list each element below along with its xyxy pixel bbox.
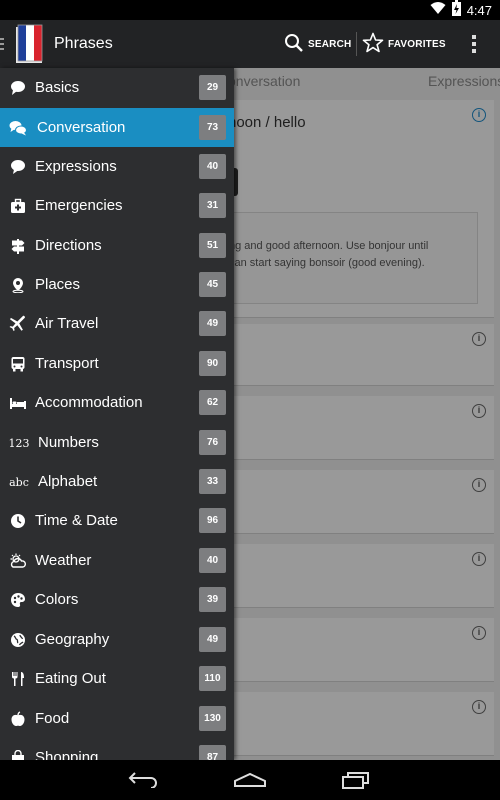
drawer-item-label: Weather [35,552,92,569]
count-badge: 87 [199,745,226,760]
drawer-item-label: Places [35,276,81,293]
drawer-item-basics[interactable]: Basics 29 [0,68,234,107]
battery-charging-icon [451,0,461,21]
drawer-item-transport[interactable]: Transport 90 [0,344,234,383]
drawer-item-label: Conversation [37,119,126,136]
drawer-item-places[interactable]: Places 45 [0,265,234,304]
back-icon[interactable] [125,768,161,792]
system-nav-bar [0,760,500,800]
count-badge: 39 [199,587,226,612]
search-label: SEARCH [308,38,352,50]
status-time: 4:47 [466,2,492,18]
speech-bubble-icon [8,157,28,177]
drawer-indicator-icon[interactable] [0,38,4,50]
globe-icon [8,630,28,650]
drawer-item-geography[interactable]: Geography 49 [0,620,234,659]
drawer-item-label: Eating Out [35,670,106,687]
drawer-item-label: Directions [35,237,102,254]
drawer-item-label: Air Travel [35,315,99,332]
drawer-item-directions[interactable]: Directions 51 [0,226,234,265]
app-title: Phrases [54,35,113,52]
action-bar: Phrases SEARCH FAVORITES [0,20,500,68]
shopping-bag-icon [8,748,28,760]
drawer-item-label: Alphabet [38,473,98,490]
drawer-item-label: Shopping [35,749,99,760]
count-badge: 62 [199,390,226,415]
drawer-item-time-date[interactable]: Time & Date 96 [0,501,234,540]
count-badge: 96 [199,508,226,533]
drawer-item-label: Basics [35,79,80,96]
count-badge: 40 [199,548,226,573]
alphabet-icon: abc [9,472,29,492]
count-badge: 110 [199,666,226,691]
drawer-item-label: Food [35,710,70,727]
drawer-item-label: Expressions [35,158,117,175]
drawer-item-weather[interactable]: Weather 40 [0,541,234,580]
palette-icon [8,590,28,610]
drawer-item-label: Accommodation [35,394,143,411]
bus-icon [8,354,28,374]
count-badge: 40 [199,154,226,179]
signpost-icon [8,236,28,256]
drawer-item-eating-out[interactable]: Eating Out 110 [0,659,234,698]
count-badge: 31 [199,193,226,218]
overflow-menu-icon[interactable] [462,20,486,68]
drawer-item-air-travel[interactable]: Air Travel 49 [0,304,234,343]
drawer-item-colors[interactable]: Colors 39 [0,580,234,619]
drawer-item-label: Time & Date [35,512,118,529]
fork-knife-icon [8,669,28,689]
count-badge: 130 [199,706,226,731]
action-divider [356,32,357,56]
bed-icon [8,393,28,413]
count-badge: 33 [199,469,226,494]
home-icon[interactable] [232,768,268,792]
drawer-item-emergencies[interactable]: Emergencies 31 [0,186,234,225]
count-badge: 45 [199,272,226,297]
drawer-item-numbers[interactable]: 123 Numbers 76 [0,423,234,462]
drawer-item-food[interactable]: Food 130 [0,699,234,738]
count-badge: 90 [199,351,226,376]
map-pin-icon [8,275,28,295]
alphabet-icon-text: abc [9,475,29,489]
search-button[interactable]: SEARCH [284,20,351,68]
weather-icon [8,551,28,571]
drawer-item-accommodation[interactable]: Accommodation 62 [0,383,234,422]
count-badge: 49 [199,627,226,652]
status-icons: 4:47 [430,0,492,21]
drawer-item-label: Geography [35,631,110,648]
favorites-button[interactable]: FAVORITES [362,20,446,68]
drawer-item-shopping[interactable]: Shopping 87 [0,738,234,760]
drawer-item-conversation[interactable]: Conversation 73 [0,108,234,147]
favorites-label: FAVORITES [388,38,446,50]
status-bar: 4:47 [0,0,500,20]
drawer-item-label: Emergencies [35,197,123,214]
drawer-item-label: Numbers [38,434,99,451]
french-flag-phrasebook-icon[interactable] [14,23,46,65]
count-badge: 76 [199,430,226,455]
drawer-item-label: Transport [35,355,99,372]
search-icon [284,33,304,56]
apple-icon [8,709,28,729]
star-icon [362,32,384,57]
clock-icon [8,511,28,531]
airplane-icon [8,314,28,334]
drawer-item-alphabet[interactable]: abc Alphabet 33 [0,462,234,501]
drawer-item-expressions[interactable]: Expressions 40 [0,147,234,186]
count-badge: 49 [199,311,226,336]
count-badge: 51 [199,233,226,258]
wifi-icon [430,1,446,20]
numbers-icon-text: 123 [8,436,30,450]
chat-bubbles-icon [8,118,28,138]
count-badge: 29 [199,75,226,100]
navigation-drawer: Basics 29 Conversation 73 Expressions 40… [0,68,234,760]
recent-apps-icon[interactable] [338,768,374,792]
chat-bubble-icon [8,78,28,98]
first-aid-kit-icon [8,196,28,216]
drawer-item-label: Colors [35,591,79,608]
numbers-icon: 123 [8,433,30,453]
count-badge: 73 [199,115,226,140]
